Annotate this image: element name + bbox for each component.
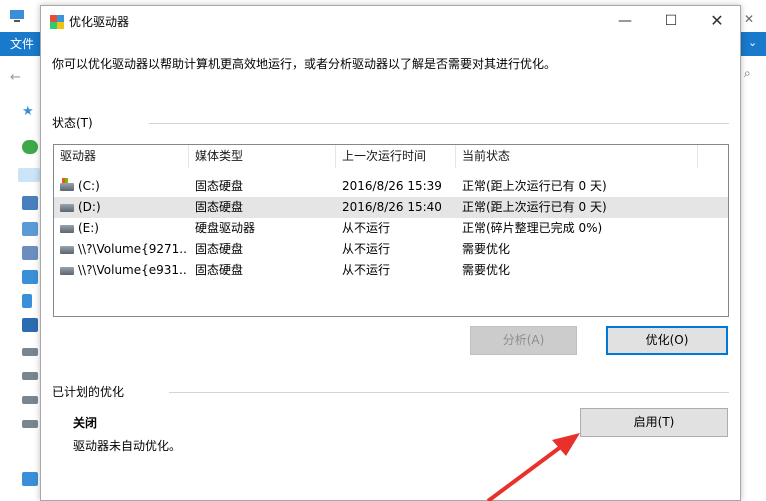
drive-icon[interactable] xyxy=(22,420,38,428)
schedule-state: 关闭 xyxy=(73,416,98,430)
current-status: 正常(距上次运行已有 0 天) xyxy=(462,200,607,214)
close-icon[interactable]: ✕ xyxy=(744,12,754,26)
current-status: 需要优化 xyxy=(462,242,511,256)
star-icon[interactable]: ★ xyxy=(22,104,34,119)
background-nav-pane: ← ★ xyxy=(0,56,40,501)
drive-row[interactable]: \\?\Volume{e931... 固态硬盘 从不运行 需要优化 xyxy=(54,260,728,281)
drive-row[interactable]: \\?\Volume{9271... 固态硬盘 从不运行 需要优化 xyxy=(54,239,728,260)
drive-icon xyxy=(60,267,74,275)
media-type: 固态硬盘 xyxy=(195,242,244,256)
network-icon[interactable] xyxy=(22,472,38,486)
maximize-button[interactable]: ☐ xyxy=(648,6,694,36)
desktop-icon[interactable] xyxy=(22,318,38,332)
computer-icon xyxy=(10,10,24,22)
media-type: 固态硬盘 xyxy=(195,200,244,214)
status-section-label: 状态(T) xyxy=(52,116,93,130)
media-type: 固态硬盘 xyxy=(195,179,244,193)
current-status: 正常(距上次运行已有 0 天) xyxy=(462,179,607,193)
music-icon[interactable] xyxy=(22,294,32,308)
last-run: 从不运行 xyxy=(342,221,391,235)
drive-list-header: 驱动器 媒体类型 上一次运行时间 当前状态 xyxy=(54,145,728,168)
downloads-icon[interactable] xyxy=(22,270,38,284)
documents-icon[interactable] xyxy=(22,246,38,260)
dialog-title: 优化驱动器 xyxy=(69,15,130,29)
back-arrow-icon[interactable]: ← xyxy=(10,70,21,85)
drive-row[interactable]: (C:) 固态硬盘 2016/8/26 15:39 正常(距上次运行已有 0 天… xyxy=(54,176,728,197)
column-header-drive[interactable]: 驱动器 xyxy=(54,145,189,168)
ribbon-chevron-icon[interactable]: ⌄ xyxy=(748,36,757,49)
drive-icon xyxy=(60,204,74,212)
enable-button[interactable]: 启用(T) xyxy=(580,408,728,437)
last-run: 2016/8/26 15:39 xyxy=(342,179,442,193)
drive-icon xyxy=(60,225,74,233)
drive-icon xyxy=(60,246,74,254)
drive-list[interactable]: 驱动器 媒体类型 上一次运行时间 当前状态 (C:) 固态硬盘 2016/8/2… xyxy=(53,144,729,317)
column-header-media-type[interactable]: 媒体类型 xyxy=(189,145,336,168)
status-divider xyxy=(149,123,729,124)
optimize-drives-dialog: 优化驱动器 — ☐ ✕ 你可以优化驱动器以帮助计算机更高效地运行，或者分析驱动器… xyxy=(40,5,741,501)
system-drive-icon xyxy=(60,178,74,191)
drive-icon[interactable] xyxy=(22,372,38,380)
folder-icon[interactable] xyxy=(22,196,38,210)
scheduled-divider xyxy=(169,392,729,393)
current-status: 需要优化 xyxy=(462,263,511,277)
drive-icon[interactable] xyxy=(22,348,38,356)
last-run: 从不运行 xyxy=(342,263,391,277)
drive-icon[interactable] xyxy=(22,396,38,404)
drive-name: (E:) xyxy=(78,221,99,235)
column-header-last-run[interactable]: 上一次运行时间 xyxy=(336,145,456,168)
file-tab[interactable]: 文件 xyxy=(0,32,40,56)
drive-name: (C:) xyxy=(78,179,100,193)
close-button[interactable]: ✕ xyxy=(694,6,740,36)
dialog-titlebar[interactable]: 优化驱动器 — ☐ ✕ xyxy=(41,6,740,36)
column-header-current-status[interactable]: 当前状态 xyxy=(456,145,698,168)
defrag-app-icon xyxy=(50,15,64,29)
dialog-description: 你可以优化驱动器以帮助计算机更高效地运行，或者分析驱动器以了解是否需要对其进行优… xyxy=(52,57,557,71)
media-type: 固态硬盘 xyxy=(195,263,244,277)
background-right-strip xyxy=(741,56,766,501)
drive-name: \\?\Volume{9271... xyxy=(78,242,186,256)
last-run: 2016/8/26 15:40 xyxy=(342,200,442,214)
onedrive-icon[interactable] xyxy=(22,140,38,154)
schedule-description: 驱动器未自动优化。 xyxy=(73,439,182,453)
drive-name: \\?\Volume{e931... xyxy=(78,263,186,277)
drive-name: (D:) xyxy=(78,200,101,214)
media-type: 硬盘驱动器 xyxy=(195,221,256,235)
current-status: 正常(碎片整理已完成 0%) xyxy=(462,221,603,235)
this-pc-icon[interactable] xyxy=(18,168,40,182)
optimize-button[interactable]: 优化(O) xyxy=(606,326,728,355)
drive-row[interactable]: (D:) 固态硬盘 2016/8/26 15:40 正常(距上次运行已有 0 天… xyxy=(54,197,728,218)
last-run: 从不运行 xyxy=(342,242,391,256)
drive-row[interactable]: (E:) 硬盘驱动器 从不运行 正常(碎片整理已完成 0%) xyxy=(54,218,728,239)
scheduled-section-label: 已计划的优化 xyxy=(52,385,125,399)
minimize-button[interactable]: — xyxy=(602,6,648,36)
search-icon[interactable]: ⌕ xyxy=(744,66,751,81)
pictures-icon[interactable] xyxy=(22,222,38,236)
analyze-button[interactable]: 分析(A) xyxy=(470,326,577,355)
